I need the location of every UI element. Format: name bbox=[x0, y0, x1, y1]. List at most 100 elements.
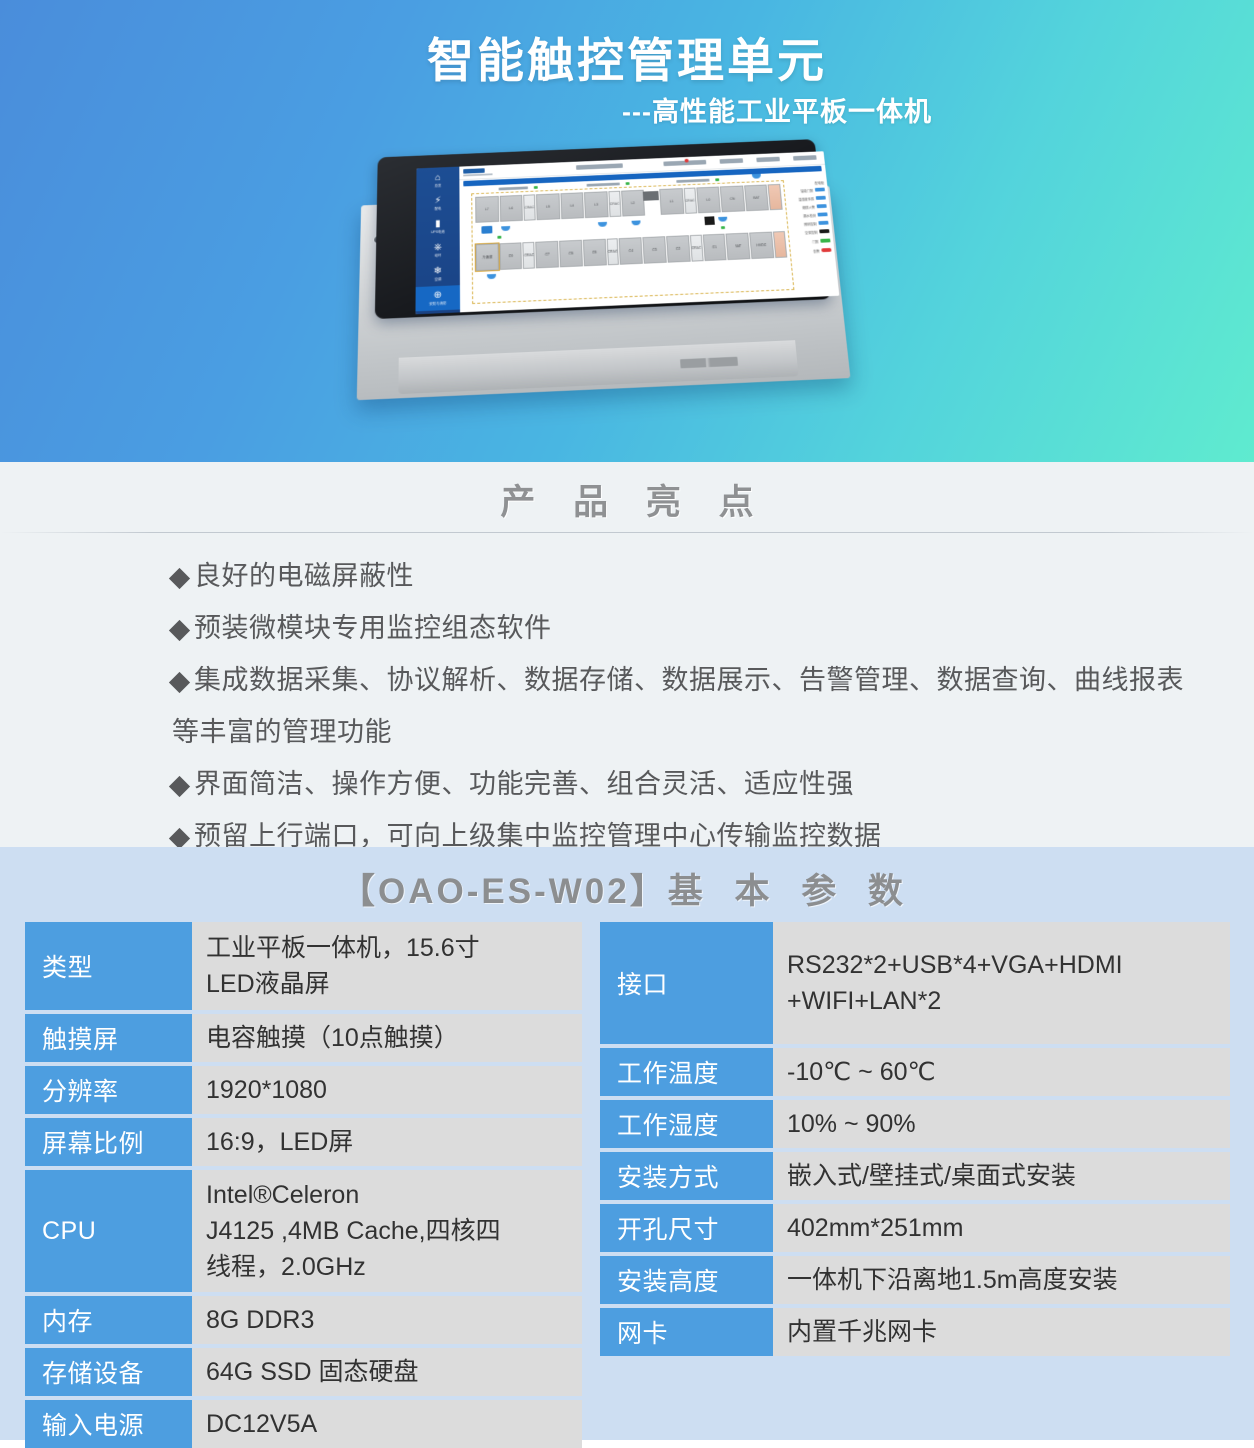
screen-logout-item[interactable] bbox=[793, 155, 817, 161]
specs-title-label: 基 本 参 数 bbox=[667, 872, 914, 911]
spec-key: 存储设备 bbox=[25, 1348, 192, 1396]
page-title: 智能触控管理单元 bbox=[427, 34, 827, 87]
screen-nav-home[interactable]: ⌂ 总览 bbox=[416, 168, 459, 193]
screen-status-label bbox=[676, 178, 710, 183]
legend-swatch bbox=[815, 196, 826, 200]
rack-cell[interactable]: L3 bbox=[584, 191, 609, 219]
spec-value: 16:9，LED屏 bbox=[192, 1118, 582, 1166]
diamond-bullet-icon bbox=[168, 567, 191, 590]
rack-cell[interactable]: L6 bbox=[499, 194, 523, 222]
screen-topbar-item bbox=[576, 163, 623, 170]
fan-icon bbox=[631, 220, 641, 226]
rack-cell-selected[interactable]: 冷通道 bbox=[474, 242, 500, 272]
spec-value: DC12V5A bbox=[192, 1400, 582, 1448]
table-row: 触摸屏 电容触摸（10点触摸） bbox=[25, 1014, 582, 1062]
table-row: CPU Intel®Celeron J4125 ,4MB Cache,四核四 线… bbox=[25, 1170, 582, 1292]
spec-key: 触摸屏 bbox=[25, 1014, 192, 1062]
highlight-text: 预装微模块专用监控组态软件 bbox=[194, 613, 552, 643]
highlight-text: 良好的电磁屏蔽性 bbox=[194, 561, 414, 591]
rack-cell[interactable]: CRAC bbox=[689, 234, 704, 262]
highlights-list: 良好的电磁屏蔽性 预装微模块专用监控组态软件 集成数据采集、协议解析、数据存储、… bbox=[168, 550, 1184, 862]
table-row: 屏幕比例 16:9，LED屏 bbox=[25, 1118, 582, 1166]
table-row: 接口 RS232*2+USB*4+VGA+HDMI +WIFI+LAN*2 bbox=[600, 922, 1230, 1044]
screen-nav-battery[interactable]: ▮ UPS电池 bbox=[416, 214, 460, 239]
page-subtitle: ---高性能工业平板一体机 bbox=[622, 97, 932, 127]
spec-key: 工作湿度 bbox=[600, 1100, 773, 1148]
fan-icon bbox=[501, 225, 511, 232]
spec-key: 输入电源 bbox=[25, 1400, 192, 1448]
spec-value: 工业平板一体机，15.6寸 LED液晶屏 bbox=[192, 922, 582, 1010]
diamond-bullet-icon bbox=[168, 827, 191, 850]
rack-cell[interactable]: L5 bbox=[536, 193, 560, 221]
rack-end-cap bbox=[767, 183, 783, 211]
table-row: 内存 8G DDR3 bbox=[25, 1296, 582, 1344]
rack-cell[interactable]: C5 bbox=[582, 238, 607, 267]
rack-cell[interactable]: CRAC bbox=[608, 190, 622, 218]
screen-nav-power[interactable]: ⚡ 配电 bbox=[416, 191, 459, 216]
rack-cell[interactable]: HVDC bbox=[749, 231, 775, 260]
legend-swatch bbox=[821, 248, 832, 252]
snowflake-icon: ❄ bbox=[433, 265, 443, 277]
specs-model: 【OAO-ES-W02】 bbox=[340, 872, 668, 911]
spec-value: RS232*2+USB*4+VGA+HDMI +WIFI+LAN*2 bbox=[773, 922, 1230, 1044]
spec-key: 类型 bbox=[25, 922, 192, 1010]
rack-cell[interactable]: CN bbox=[719, 185, 746, 213]
rack-cell[interactable]: C9 bbox=[499, 242, 523, 270]
rack-cell[interactable]: L2 bbox=[620, 189, 646, 217]
specs-section: 【OAO-ES-W02】基 本 参 数 类型 工业平板一体机，15.6寸 LED… bbox=[0, 847, 1254, 1448]
spec-value: 402mm*251mm bbox=[773, 1204, 1230, 1252]
highlight-item: 集成数据采集、协议解析、数据存储、数据展示、告警管理、数据查询、曲线报表等丰富的… bbox=[168, 654, 1184, 758]
legend-swatch bbox=[819, 229, 830, 234]
battery-icon: ▮ bbox=[435, 218, 441, 230]
spec-key: 接口 bbox=[600, 922, 773, 1044]
rack-cell[interactable]: CRAC bbox=[522, 241, 536, 269]
highlight-text: 界面简洁、操作方便、功能完善、组合灵活、适应性强 bbox=[194, 769, 854, 799]
spec-value: 64G SSD 固态硬盘 bbox=[192, 1348, 582, 1396]
home-icon: ⌂ bbox=[434, 172, 441, 184]
table-row: 开孔尺寸 402mm*251mm bbox=[600, 1204, 1230, 1252]
rack-cell[interactable]: L7 bbox=[475, 195, 499, 223]
rack-cell[interactable]: C4 bbox=[619, 237, 644, 265]
chassis-screw bbox=[374, 236, 382, 244]
rack-cell[interactable]: CRAC bbox=[606, 238, 620, 266]
screen-config-item[interactable] bbox=[756, 156, 780, 163]
diamond-bullet-icon bbox=[168, 775, 191, 798]
rack-cell[interactable]: L1 bbox=[659, 188, 685, 215]
screen-breadcrumb bbox=[463, 173, 493, 177]
spec-value: 一体机下沿离地1.5m高度安装 bbox=[773, 1256, 1230, 1304]
status-dot-icon bbox=[497, 235, 502, 239]
spec-key: 工作温度 bbox=[600, 1048, 773, 1096]
specs-table-left: 类型 工业平板一体机，15.6寸 LED液晶屏 触摸屏 电容触摸（10点触摸） … bbox=[25, 922, 582, 1448]
table-row: 安装高度 一体机下沿离地1.5m高度安装 bbox=[600, 1256, 1230, 1304]
highlight-item: 良好的电磁屏蔽性 bbox=[168, 550, 1184, 602]
rack-cell[interactable]: BAT bbox=[743, 184, 770, 212]
rack-cell[interactable]: L0 bbox=[695, 186, 721, 214]
rack-cell[interactable]: L4 bbox=[560, 192, 585, 220]
hero-banner: 智能触控管理单元 ---高性能工业平板一体机 ⌂ 总览 ⚡ 配电 ▮ UPS电池… bbox=[0, 0, 1254, 462]
table-row: 类型 工业平板一体机，15.6寸 LED液晶屏 bbox=[25, 922, 582, 1010]
spec-value: 10% ~ 90% bbox=[773, 1100, 1230, 1148]
rack-cell[interactable]: C6 bbox=[559, 239, 583, 268]
status-dot-icon bbox=[533, 186, 538, 189]
screen-nav-cooling[interactable]: ⎈ 动环 bbox=[416, 238, 460, 264]
rack-cell[interactable]: C3 bbox=[642, 236, 667, 264]
screen-user-item[interactable] bbox=[719, 158, 744, 164]
legend-swatch bbox=[820, 238, 831, 243]
rack-cell[interactable]: CRAC bbox=[523, 194, 536, 221]
rack-cell[interactable]: C1 bbox=[702, 233, 727, 262]
table-row: 分辨率 1920*1080 bbox=[25, 1066, 582, 1114]
camera-icon bbox=[704, 216, 715, 226]
status-dot-icon bbox=[625, 182, 630, 186]
table-row: 工作湿度 10% ~ 90% bbox=[600, 1100, 1230, 1148]
spec-key: 分辨率 bbox=[25, 1066, 192, 1114]
status-dot-icon bbox=[715, 178, 720, 182]
fan-icon bbox=[718, 216, 728, 222]
door-access-icon[interactable] bbox=[481, 225, 493, 234]
rack-cell[interactable]: C7 bbox=[535, 240, 560, 269]
rack-cell[interactable]: BAT bbox=[725, 232, 751, 261]
spec-key: 网卡 bbox=[600, 1308, 773, 1356]
highlight-item: 预装微模块专用监控组态软件 bbox=[168, 602, 1184, 654]
legend-swatch bbox=[818, 220, 829, 225]
rack-cell[interactable]: CRAC bbox=[683, 187, 697, 214]
rack-cell[interactable]: C2 bbox=[665, 235, 691, 263]
